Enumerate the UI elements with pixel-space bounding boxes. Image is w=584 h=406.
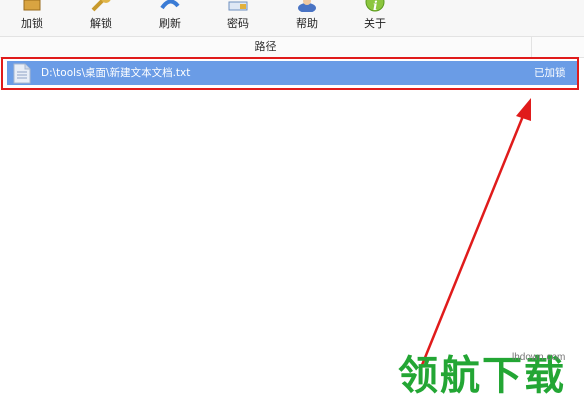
- lock-label: 加锁: [21, 17, 43, 30]
- toolbar: 加锁 解锁 刷新 密码 帮助 i 关于: [0, 0, 584, 36]
- lock-status: 已加锁: [534, 67, 566, 79]
- file-path: D:\tools\桌面\新建文本文档.txt: [41, 67, 191, 79]
- column-header-status[interactable]: [532, 37, 584, 57]
- help-button[interactable]: 帮助: [287, 0, 327, 32]
- about-icon: i: [365, 0, 385, 12]
- password-label: 密码: [227, 17, 249, 30]
- help-icon: [298, 0, 316, 12]
- unlock-button[interactable]: 解锁: [81, 0, 121, 32]
- password-icon: [228, 1, 248, 11]
- watermark-url: lhdown.com: [512, 352, 566, 363]
- column-header-path[interactable]: 路径: [0, 37, 532, 57]
- watermark: 领航下载 lhdown.com: [398, 348, 584, 406]
- table-header: 路径: [0, 36, 584, 58]
- help-label: 帮助: [296, 17, 318, 30]
- password-button[interactable]: 密码: [218, 0, 258, 32]
- table-row[interactable]: D:\tools\桌面\新建文本文档.txt 已加锁: [7, 61, 579, 85]
- about-label: 关于: [364, 17, 386, 30]
- arrow-shaft: [418, 115, 525, 371]
- svg-text:i: i: [373, 0, 378, 12]
- lock-button[interactable]: 加锁: [12, 0, 52, 32]
- lock-icon: [23, 0, 41, 11]
- unlock-label: 解锁: [90, 17, 112, 30]
- key-icon: [91, 0, 111, 12]
- refresh-label: 刷新: [159, 17, 181, 30]
- refresh-icon: [160, 0, 180, 10]
- arrow-head: [516, 98, 531, 121]
- refresh-button[interactable]: 刷新: [150, 0, 190, 32]
- about-button[interactable]: i 关于: [355, 0, 395, 32]
- text-file-icon: [13, 63, 31, 84]
